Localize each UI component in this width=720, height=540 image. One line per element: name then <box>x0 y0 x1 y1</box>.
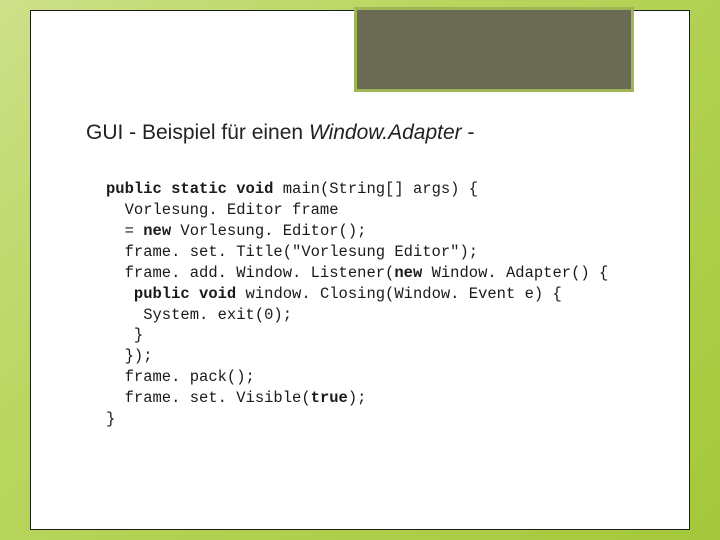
code-text: } <box>106 410 115 428</box>
code-text: Vorlesung. Editor(); <box>171 222 366 240</box>
slide-background: GUI - Beispiel für einen Window.Adapter … <box>0 0 720 540</box>
keyword: true <box>311 389 348 407</box>
code-text: Vorlesung. Editor frame <box>106 201 339 219</box>
title-suffix: - <box>462 121 475 144</box>
title-italic: Window.Adapter <box>309 121 462 144</box>
code-text: window. Closing(Window. Event e) { <box>236 285 562 303</box>
code-text <box>106 285 134 303</box>
slide-paper: GUI - Beispiel für einen Window.Adapter … <box>30 10 690 530</box>
code-text: = <box>106 222 143 240</box>
keyword: public void <box>134 285 236 303</box>
code-text: frame. set. Visible( <box>106 389 311 407</box>
code-text: main(String[] args) { <box>273 180 478 198</box>
code-text: } <box>106 326 143 344</box>
code-text: frame. set. Title("Vorlesung Editor"); <box>106 243 478 261</box>
keyword: public static void <box>106 180 273 198</box>
slide-title: GUI - Beispiel für einen Window.Adapter … <box>86 121 634 145</box>
code-text: System. exit(0); <box>106 306 292 324</box>
accent-box <box>354 7 634 92</box>
code-block: public static void main(String[] args) {… <box>106 179 634 430</box>
keyword: new <box>394 264 422 282</box>
code-text: Window. Adapter() { <box>422 264 608 282</box>
keyword: new <box>143 222 171 240</box>
code-text: }); <box>106 347 153 365</box>
code-text: ); <box>348 389 367 407</box>
code-text: frame. add. Window. Listener( <box>106 264 394 282</box>
code-text: frame. pack(); <box>106 368 255 386</box>
title-prefix: GUI - Beispiel für einen <box>86 121 309 144</box>
